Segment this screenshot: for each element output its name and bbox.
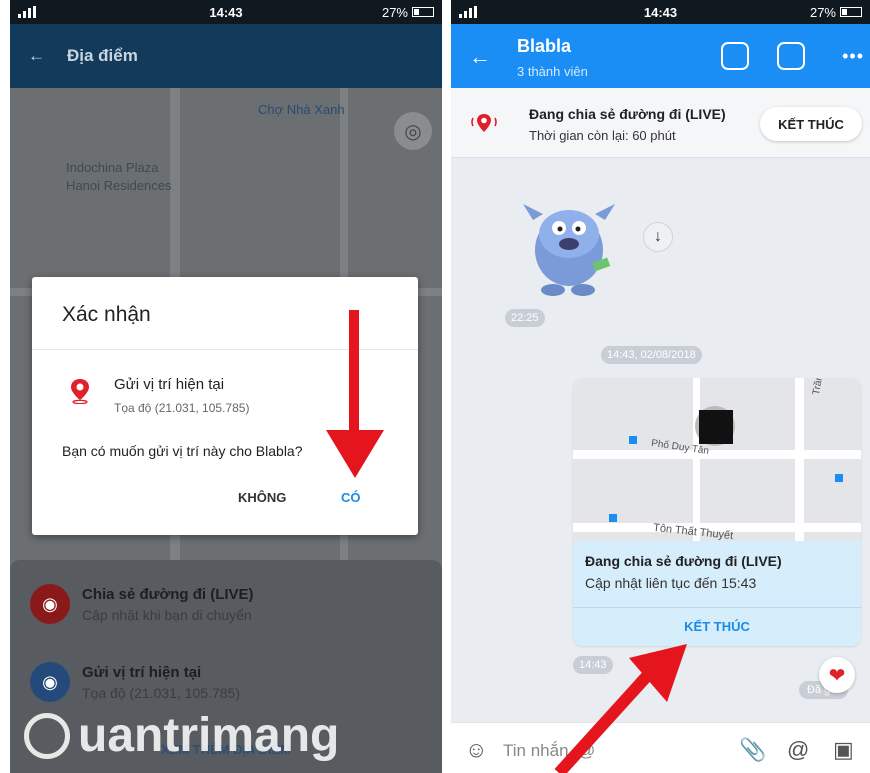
dialog-question: Bạn có muốn gửi vị trí này cho Blabla? [62, 443, 303, 459]
dialog-title: Xác nhận [62, 303, 151, 326]
status-bar: 14:43 27% [10, 0, 442, 24]
back-arrow-icon[interactable]: ← [469, 44, 491, 70]
page-title: Địa điểm [67, 46, 138, 65]
battery-icon [840, 7, 862, 17]
map-label-plaza: Indochina Plaza [66, 160, 159, 175]
left-screen: 14:43 27% ← Địa điểm Chợ Nhà Xanh Indoch… [10, 0, 442, 773]
back-arrow-icon[interactable]: ← [28, 46, 45, 66]
map-label-residences: Hanoi Residences [66, 178, 172, 193]
image-icon[interactable]: ▣ [833, 737, 854, 763]
member-count: 3 thành viên [517, 64, 588, 79]
banner-subtitle: Thời gian còn lại: 60 phút [529, 128, 676, 143]
live-share-banner: Đang chia sẻ đường đi (LIVE) Thời gian c… [451, 88, 870, 158]
dialog-option-coords: Tọa độ (21.031, 105.785) [114, 401, 250, 415]
signal-icon [18, 6, 36, 18]
live-location-icon: ◉ [30, 584, 70, 624]
heart-icon[interactable]: ❤ [819, 657, 855, 693]
dialog-option-title: Gửi vị trí hiện tại [114, 376, 225, 393]
app-bar: ← Địa điểm [10, 24, 442, 88]
banner-title: Đang chia sẻ đường đi (LIVE) [529, 106, 726, 122]
watermark-text: uantrimang [78, 709, 340, 762]
location-pin-icon [71, 379, 89, 404]
card-map-image [573, 378, 861, 541]
camera-icon[interactable] [721, 42, 749, 70]
signal-icon [459, 6, 477, 18]
sheet-item-subtitle: Cập nhật khi bạn di chuyển [82, 606, 252, 623]
attach-icon[interactable]: 📎 [739, 737, 766, 763]
status-bar: 14:43 27% [451, 0, 870, 24]
more-icon[interactable]: ••• [842, 46, 864, 67]
card-body: Đang chia sẻ đường đi (LIVE) Cập nhật li… [573, 541, 861, 646]
sticker-time: 22:25 [505, 309, 545, 327]
download-icon[interactable]: ↓ [643, 222, 673, 252]
sticker-image[interactable] [523, 190, 615, 298]
location-pin-icon [471, 114, 497, 132]
current-location-icon: ◉ [30, 662, 70, 702]
chat-header: ← Blabla 3 thành viên ••• [451, 24, 870, 88]
battery-indicator: 27% [810, 5, 862, 20]
battery-percent: 27% [381, 4, 408, 20]
watermark-logo-icon [24, 712, 70, 759]
sheet-item-title: Chia sẻ đường đi (LIVE) [82, 585, 254, 603]
mention-icon[interactable]: @ [787, 737, 809, 763]
group-name[interactable]: Blabla [517, 36, 571, 57]
status-time: 14:43 [643, 4, 678, 20]
sheet-item-live[interactable]: ◉ Chia sẻ đường đi (LIVE) Cập nhật khi b… [30, 574, 432, 634]
gps-icon[interactable]: ◎ [394, 112, 432, 150]
right-screen: 14:43 27% ← Blabla 3 thành viên ••• Đang… [451, 0, 870, 773]
banner-end-button[interactable]: KẾT THÚC [760, 107, 862, 141]
sheet-item-subtitle: Tọa độ (21.031, 105.785) [82, 684, 241, 701]
emoji-icon[interactable]: ☺ [465, 737, 487, 763]
map-label-market: Chợ Nhà Xanh [258, 102, 345, 117]
no-button[interactable]: KHÔNG [238, 490, 286, 505]
sheet-item-title: Gửi vị trí hiện tại [82, 663, 202, 681]
confirm-dialog: Xác nhận Gửi vị trí hiện tại Tọa độ (21.… [32, 277, 418, 535]
live-location-card[interactable]: Phố Duy Tân Tôn Thất Thuyết Trần Thái Đa… [573, 378, 861, 646]
yes-button[interactable]: CÓ [341, 490, 361, 505]
date-separator: 14:43, 02/08/2018 [601, 346, 702, 364]
watermark: uantrimang [24, 708, 339, 763]
gallery-icon[interactable] [777, 42, 805, 70]
battery-indicator: 27% [382, 5, 434, 20]
status-time: 14:43 [209, 4, 243, 20]
card-subtitle: Cập nhật liên tục đến 15:43 [585, 575, 757, 591]
battery-percent: 27% [809, 4, 836, 20]
battery-icon [412, 7, 434, 17]
card-title: Đang chia sẻ đường đi (LIVE) [585, 553, 782, 569]
sheet-item-current[interactable]: ◉ Gửi vị trí hiện tại Tọa độ (21.031, 10… [30, 652, 432, 712]
